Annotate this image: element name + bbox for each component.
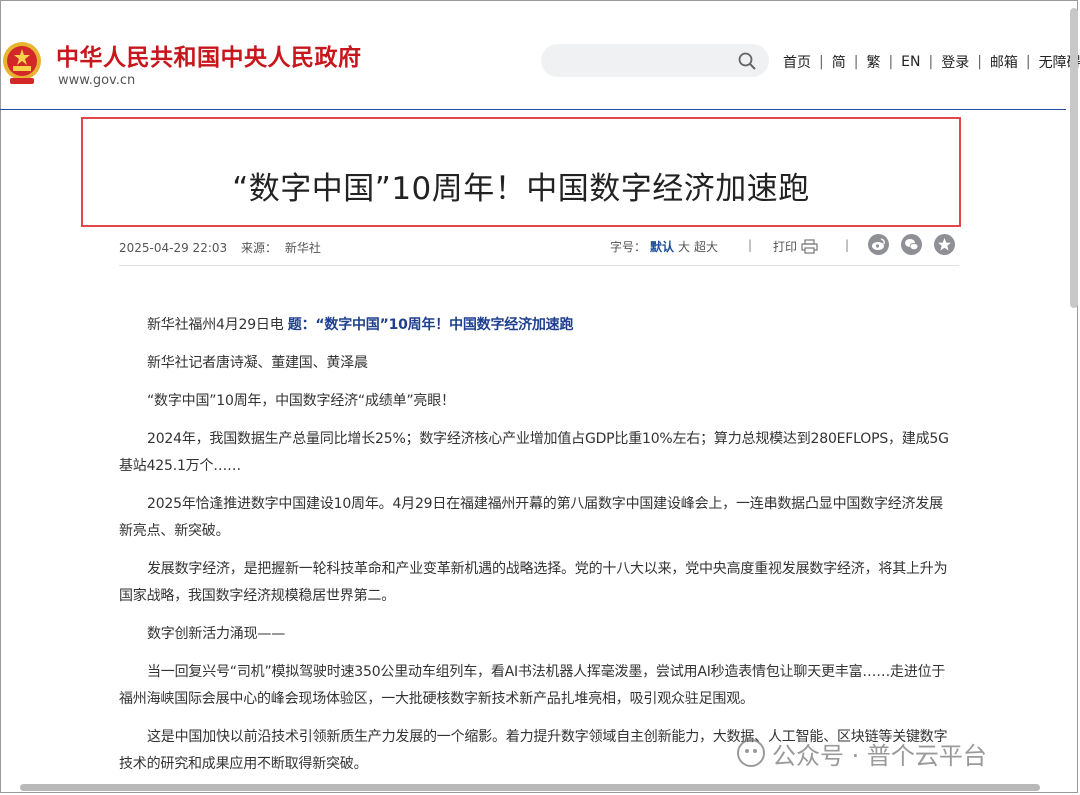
font-size-xlarge[interactable]: 超大 — [694, 240, 718, 254]
nav-divider: | — [888, 54, 894, 70]
wechat-official-account-icon — [737, 739, 765, 767]
nav-simplified[interactable]: 简 — [832, 52, 846, 72]
article-body: 新华社福州4月29日电 题：“数字中国”10周年！中国数字经济加速跑 新华社记者… — [119, 312, 951, 789]
favorite-button[interactable] — [934, 234, 955, 255]
article-title: “数字中国”10周年！中国数字经济加速跑 — [232, 171, 810, 207]
top-nav: 首页 | 简 | 繁 | EN | 登录 | 邮箱 | 无障碍 — [783, 52, 1080, 72]
font-size-default[interactable]: 默认 — [650, 240, 674, 254]
print-button[interactable]: 打印 — [773, 238, 818, 255]
vertical-scrollbar[interactable] — [1070, 8, 1078, 308]
font-size-large[interactable]: 大 — [678, 240, 690, 254]
search-input[interactable] — [541, 44, 769, 77]
article-meta-bar: 2025-04-29 22:03 来源： 新华社 字号： 默认大超大 | 打印 | — [119, 234, 959, 264]
nav-divider: | — [853, 54, 859, 70]
wechat-icon — [905, 239, 919, 251]
source-label: 来源： — [240, 241, 277, 255]
site-url[interactable]: www.gov.cn — [58, 73, 135, 88]
nav-divider: | — [977, 54, 982, 70]
national-emblem-icon[interactable] — [2, 40, 42, 86]
print-label: 打印 — [773, 240, 798, 254]
dateline: 新华社福州4月29日电 — [147, 317, 284, 333]
share-wechat-button[interactable] — [901, 234, 922, 255]
title-highlight-box: “数字中国”10周年！中国数字经济加速跑 — [81, 117, 961, 227]
star-icon — [938, 238, 951, 251]
meta-divider: | — [748, 238, 753, 252]
font-size-label: 字号： — [610, 240, 647, 254]
nav-home[interactable]: 首页 — [783, 52, 811, 72]
printer-icon — [801, 239, 818, 254]
paragraph: 数字创新活力涌现—— — [147, 626, 285, 642]
meta-divider-line — [119, 265, 959, 266]
paragraph: 2024年，我国数据生产总量同比增长25%；数字经济核心产业增加值占GDP比重1… — [119, 431, 949, 474]
search-icon[interactable] — [737, 51, 757, 71]
nav-divider: | — [819, 54, 824, 70]
meta-divider: | — [845, 238, 850, 252]
nav-english[interactable]: EN — [901, 54, 920, 70]
paragraph: 2025年恰逢推进数字中国建设10周年。4月29日在福建福州开幕的第八届数字中国… — [119, 496, 943, 539]
source-name: 新华社 — [284, 241, 321, 255]
lead-title: 题：“数字中国”10周年！中国数字经济加速跑 — [287, 317, 574, 333]
weibo-icon — [872, 238, 885, 250]
wechat-watermark: 公众号 · 普个云平台 — [736, 737, 987, 770]
site-name[interactable]: 中华人民共和国中央人民政府 — [56, 38, 362, 72]
paragraph: 新华社记者唐诗凝、董建国、黄泽晨 — [147, 355, 368, 371]
lead-paragraph: 新华社福州4月29日电 题：“数字中国”10周年！中国数字经济加速跑 — [119, 312, 951, 339]
nav-divider: | — [928, 54, 934, 70]
watermark-text: 公众号 · 普个云平台 — [772, 741, 987, 770]
nav-login[interactable]: 登录 — [941, 52, 969, 72]
font-size-control: 字号： 默认大超大 — [610, 238, 722, 255]
site-header: 中华人民共和国中央人民政府 www.gov.cn 首页 | 简 | 繁 | EN… — [0, 0, 1080, 110]
paragraph: “数字中国”10周年，中国数字经济“成绩单”亮眼！ — [147, 393, 455, 409]
nav-mail[interactable]: 邮箱 — [990, 52, 1018, 72]
publish-date: 2025-04-29 22:03 — [119, 241, 228, 255]
share-weibo-button[interactable] — [868, 234, 889, 255]
header-divider — [0, 109, 1066, 110]
nav-divider: | — [1025, 54, 1031, 70]
paragraph: 当一回复兴号“司机”模拟驾驶时速350公里动车组列车，看AI书法机器人挥毫泼墨，… — [119, 664, 946, 707]
nav-traditional[interactable]: 繁 — [866, 52, 880, 72]
paragraph: 发展数字经济，是把握新一轮科技革命和产业变革新机遇的战略选择。党的十八大以来，党… — [119, 561, 948, 604]
